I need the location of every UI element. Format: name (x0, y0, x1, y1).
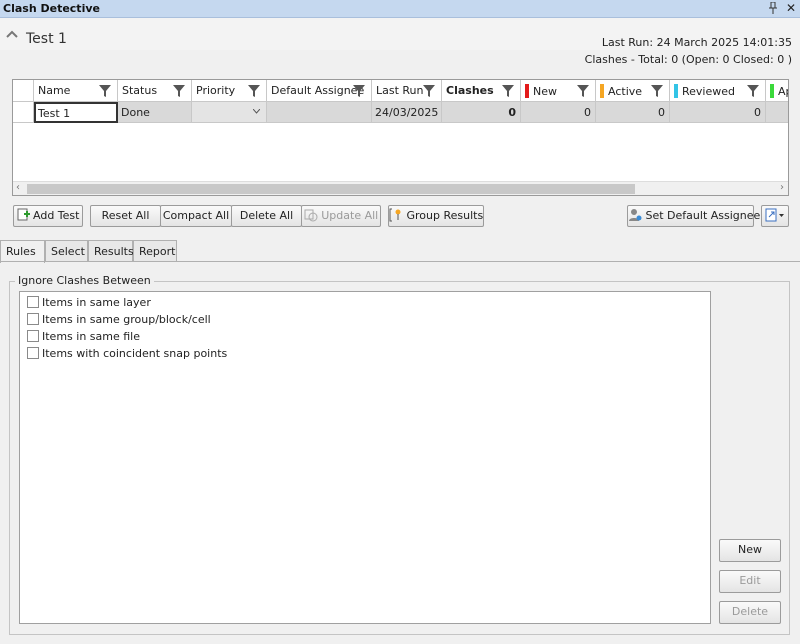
group-results-icon (389, 208, 401, 222)
delete-rule-button: Delete (719, 601, 781, 624)
filter-icon[interactable] (502, 85, 514, 97)
column-header-new[interactable]: New (521, 80, 596, 102)
scrollbar-thumb[interactable] (27, 184, 635, 194)
scroll-left-icon[interactable]: ‹ (16, 182, 20, 193)
cell-status: Done (118, 102, 192, 123)
window-title: Clash Detective (3, 2, 100, 15)
filter-icon[interactable] (577, 85, 589, 97)
add-test-icon (17, 208, 30, 221)
clashes-summary: Clashes - Total: 0 (Open: 0 Closed: 0 ) (584, 53, 792, 66)
column-header-approved[interactable]: Ap (766, 80, 788, 102)
column-header-reviewed[interactable]: Reviewed (670, 80, 766, 102)
column-header-clashes[interactable]: Clashes (442, 80, 521, 102)
reviewed-status-color (674, 84, 678, 98)
checkbox-same-file[interactable] (27, 330, 39, 342)
rules-list[interactable]: Items in same layer Items in same group/… (19, 291, 711, 624)
tab-divider (0, 261, 800, 262)
scroll-right-icon[interactable]: › (780, 182, 784, 193)
edit-rule-button: Edit (719, 570, 781, 593)
checkbox-coincident-snap-points[interactable] (27, 347, 39, 359)
group-results-button[interactable]: Group Results (388, 205, 484, 227)
set-default-assignee-button[interactable]: Set Default Assignee (627, 205, 760, 227)
update-all-button: Update All (301, 205, 381, 227)
filter-icon[interactable] (353, 85, 365, 97)
last-run-label: Last Run: 24 March 2025 14:01:35 (601, 36, 792, 49)
column-header-active[interactable]: Active (596, 80, 670, 102)
pin-icon[interactable] (768, 2, 778, 14)
tab-rules[interactable]: Rules (0, 240, 45, 263)
cell-reviewed: 0 (670, 102, 766, 123)
export-dropdown-button[interactable] (761, 205, 789, 227)
filter-icon[interactable] (423, 85, 435, 97)
column-header-status[interactable]: Status (118, 80, 192, 102)
checkbox-same-layer[interactable] (27, 296, 39, 308)
filter-icon[interactable] (248, 85, 260, 97)
ignore-clashes-group-title: Ignore Clashes Between (15, 274, 154, 287)
tab-select[interactable]: Select (45, 240, 88, 262)
export-icon (765, 208, 784, 222)
window-titlebar: Clash Detective ✕ (0, 0, 800, 18)
tab-report[interactable]: Report (133, 240, 177, 262)
new-status-color (525, 84, 529, 98)
filter-icon[interactable] (651, 85, 663, 97)
column-header-name[interactable]: Name (34, 80, 118, 102)
tests-grid[interactable]: Name Status Priority Default Assignee La… (12, 79, 789, 196)
chevron-down-icon[interactable] (253, 109, 260, 114)
active-status-color (600, 84, 604, 98)
grid-header: Name Status Priority Default Assignee La… (13, 80, 788, 102)
column-header-default-assignee[interactable]: Default Assignee (267, 80, 372, 102)
column-header-last-run[interactable]: Last Run (372, 80, 442, 102)
cell-priority-dropdown[interactable] (192, 102, 267, 123)
chevron-up-icon[interactable] (6, 28, 18, 40)
cell-approved (766, 102, 788, 123)
cell-clashes: 0 (442, 102, 521, 123)
cell-name[interactable]: Test 1 (34, 102, 118, 123)
user-icon (629, 209, 642, 221)
filter-icon[interactable] (747, 85, 759, 97)
compact-all-button[interactable]: Compact All (160, 205, 232, 227)
filter-icon[interactable] (99, 85, 111, 97)
filter-icon[interactable] (173, 85, 185, 97)
delete-all-button[interactable]: Delete All (231, 205, 302, 227)
tab-bar: Rules Select Results Report (0, 240, 800, 263)
row-header-corner (13, 80, 34, 102)
new-rule-button[interactable]: New (719, 539, 781, 562)
test-title: Test 1 (26, 31, 67, 47)
cell-active: 0 (596, 102, 670, 123)
test-header: Test 1 Last Run: 24 March 2025 14:01:35 (0, 18, 800, 50)
cell-new: 0 (521, 102, 596, 123)
add-test-button[interactable]: Add Test (13, 205, 83, 227)
column-header-priority[interactable]: Priority (192, 80, 267, 102)
cell-last-run: 24/03/2025 14:01 (372, 102, 442, 123)
reset-all-button[interactable]: Reset All (90, 205, 161, 227)
close-icon[interactable]: ✕ (786, 1, 796, 15)
row-selector[interactable] (13, 102, 34, 123)
approved-status-color (770, 84, 774, 98)
checkbox-same-group[interactable] (27, 313, 39, 325)
update-icon (304, 209, 318, 222)
cell-default-assignee[interactable] (267, 102, 372, 123)
horizontal-scrollbar[interactable]: ‹ › (13, 181, 788, 195)
tab-results[interactable]: Results (88, 240, 134, 262)
